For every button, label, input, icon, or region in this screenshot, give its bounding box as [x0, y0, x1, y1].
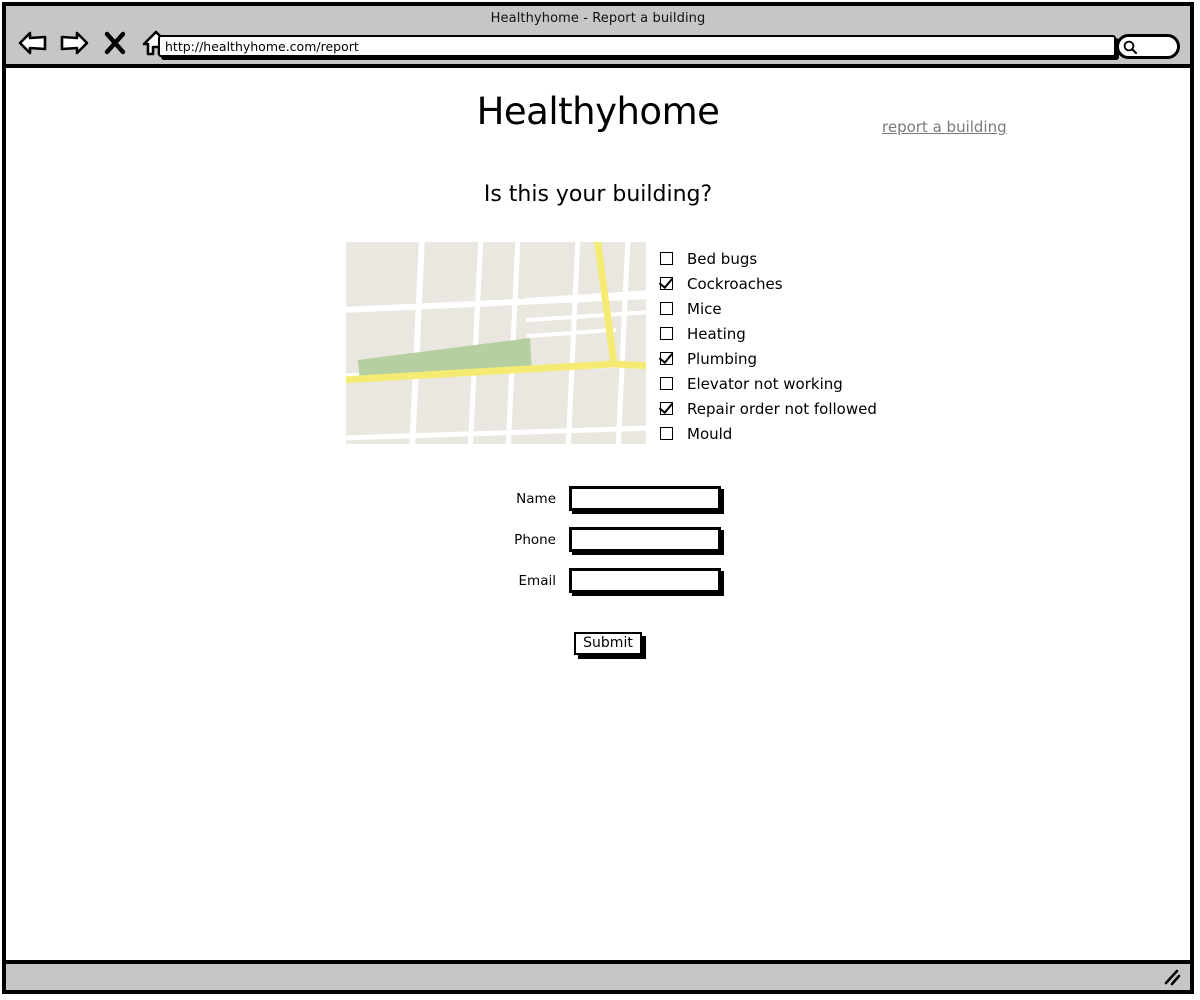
status-bar — [6, 960, 1190, 990]
url-bar-container: http://healthyhome.com/report — [158, 35, 1119, 60]
field-input-container — [569, 568, 724, 596]
form-field-row: Phone — [466, 527, 724, 555]
page-content: Healthyhome report a building Is this yo… — [6, 68, 1190, 960]
browser-nav-icons — [16, 26, 173, 60]
email-input[interactable] — [569, 568, 721, 593]
name-input[interactable] — [569, 486, 721, 511]
window-title: Healthyhome - Report a building — [490, 11, 706, 26]
stop-button[interactable] — [98, 26, 132, 60]
field-label: Email — [518, 572, 556, 589]
field-input-container — [569, 486, 724, 514]
report-form: Name Phone Email — [6, 68, 1190, 960]
browser-chrome: Healthyhome - Report a building http://h… — [6, 6, 1190, 68]
form-field-row: Email — [466, 568, 724, 596]
search-icon — [1123, 40, 1138, 54]
screen: Healthyhome - Report a building http://h… — [0, 0, 1200, 1000]
search-box[interactable] — [1116, 34, 1180, 59]
submit-button[interactable]: Submit — [574, 632, 642, 655]
back-button[interactable] — [16, 26, 50, 60]
form-field-row: Name — [466, 486, 724, 514]
close-x-icon — [104, 31, 126, 55]
forward-arrow-icon — [60, 31, 89, 55]
submit-button-container: Submit — [574, 632, 646, 659]
forward-button[interactable] — [57, 26, 91, 60]
field-input-container — [569, 527, 724, 555]
resize-grip-icon[interactable] — [1162, 968, 1182, 986]
phone-input[interactable] — [569, 527, 721, 552]
field-label: Name — [516, 490, 556, 507]
browser-window: Healthyhome - Report a building http://h… — [2, 2, 1194, 994]
back-arrow-icon — [18, 31, 47, 55]
field-label: Phone — [514, 531, 556, 548]
url-input[interactable]: http://healthyhome.com/report — [158, 35, 1116, 57]
